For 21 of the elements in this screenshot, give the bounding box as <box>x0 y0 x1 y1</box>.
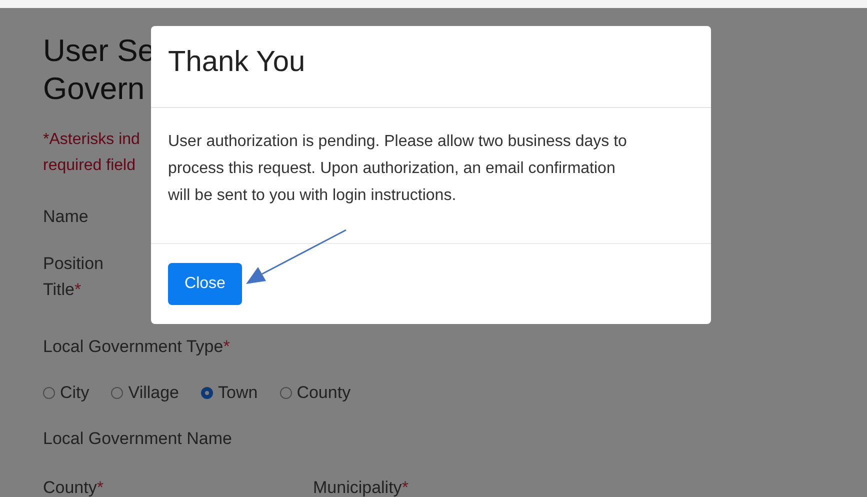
required-note: *Asterisks ind <box>43 130 140 150</box>
radio-option[interactable]: Village <box>111 383 180 403</box>
radio-option[interactable]: County <box>280 383 351 403</box>
field-label: Name <box>43 206 88 228</box>
radio-icon[interactable] <box>111 387 124 399</box>
radio-option[interactable]: Town <box>201 383 258 403</box>
radio-icon[interactable] <box>43 387 55 399</box>
field-label: Title* <box>43 279 82 301</box>
close-button[interactable]: Close <box>168 263 242 305</box>
field-label: Local Government Type* <box>43 336 230 358</box>
required-note: required field <box>43 156 136 176</box>
page-heading: Govern <box>43 70 145 108</box>
field-label: Local Government Name <box>43 428 232 450</box>
radio-icon[interactable] <box>201 387 214 399</box>
radio-option[interactable]: City <box>43 383 90 403</box>
dialog-title: Thank You <box>168 45 306 80</box>
dialog-message: User authorization is pending. Please allow two business days to process this request. Upon authorization, an email confirmation will be sent to you with login instructions. <box>168 132 628 206</box>
field-label: County* <box>43 478 104 497</box>
field-label: Municipality* <box>313 478 410 497</box>
field-label: Position <box>43 253 104 275</box>
radio-icon[interactable] <box>280 387 292 399</box>
